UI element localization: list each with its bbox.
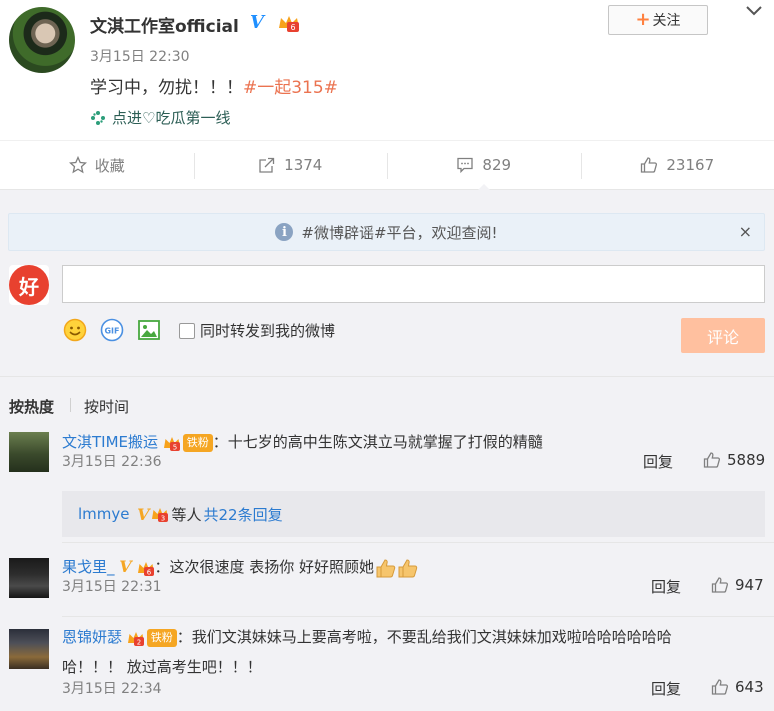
notice-link[interactable]: #微博辟谣#平台，欢迎查阅!	[301, 222, 497, 243]
repost-button[interactable]: 1374	[193, 141, 388, 189]
comment-button[interactable]: 829	[387, 141, 581, 190]
thumbs-up-emoji-icon	[376, 558, 396, 577]
comment-user[interactable]: 文淇TIME搬运	[62, 433, 158, 451]
source-link[interactable]: 点进♡吃瓜第一线	[90, 107, 230, 128]
svg-text:2: 2	[137, 638, 141, 646]
comment-time: 3月15日 22:31	[62, 579, 162, 595]
comment-text-line2: 哈！！！ 放过高考生吧！！！	[62, 658, 262, 676]
vip-crown-icon: 6	[279, 16, 299, 32]
chevron-down-icon[interactable]	[745, 4, 763, 18]
follow-label: 关注	[652, 13, 681, 29]
svg-text:6: 6	[146, 568, 151, 576]
favorite-button[interactable]: 收藏	[0, 141, 194, 189]
reply-button[interactable]: 回复	[651, 678, 681, 699]
verified-icon: V	[119, 557, 132, 576]
thumbs-up-emoji-icon	[398, 558, 418, 577]
star-icon	[68, 156, 87, 174]
comment-icon	[457, 157, 474, 174]
comment-text: ：这次很速度 表扬你 好好照顾她	[154, 558, 375, 576]
comment-like-count: 643	[735, 678, 764, 696]
image-icon[interactable]	[136, 317, 162, 343]
sort-by-time[interactable]: 按时间	[84, 396, 129, 417]
thumbs-up-icon	[641, 157, 658, 173]
thumbs-up-icon	[711, 679, 729, 695]
fan-badge: 铁粉	[182, 433, 213, 452]
comment-user[interactable]: 恩锦妍瑟	[62, 628, 122, 646]
forward-option[interactable]: 同时转发到我的微博	[179, 320, 335, 341]
rumor-notice: i #微博辟谣#平台，欢迎查阅! ×	[8, 213, 765, 251]
svg-text:6: 6	[290, 23, 295, 32]
sub-reply-box: lmmye V 3 等人 共22条回复	[62, 491, 765, 537]
follow-button[interactable]: + 关注	[608, 5, 708, 35]
comment-count: 829	[482, 156, 512, 174]
sort-by-hot[interactable]: 按热度	[9, 396, 54, 417]
comment-like-count: 947	[735, 576, 764, 594]
vip-crown-icon: 5	[163, 436, 180, 451]
comment-like-button[interactable]: 643	[711, 678, 764, 696]
comment-avatar[interactable]	[9, 432, 49, 472]
gif-label: GIF	[104, 327, 119, 336]
forward-label: 同时转发到我的微博	[200, 322, 336, 340]
more-replies-link[interactable]: 共22条回复	[204, 504, 283, 525]
reply-button[interactable]: 回复	[651, 576, 681, 597]
vip-crown-icon: 6	[137, 561, 154, 576]
close-icon[interactable]: ×	[739, 222, 752, 241]
comment-like-button[interactable]: 5889	[703, 451, 765, 469]
comment-time: 3月15日 22:34	[62, 681, 162, 697]
sub-reply-user[interactable]: lmmye	[78, 505, 130, 523]
comment-avatar[interactable]	[9, 558, 49, 598]
favorite-label: 收藏	[94, 156, 125, 175]
supertopic-icon	[91, 110, 105, 125]
sort-divider	[70, 398, 71, 412]
comment-like-count: 5889	[727, 451, 766, 469]
author-avatar[interactable]	[9, 7, 75, 73]
source-label: 点进♡吃瓜第一线	[112, 109, 231, 127]
post-text-body: 学习中，勿扰！！！	[90, 78, 243, 98]
vip-crown-icon: 2	[127, 631, 144, 646]
my-avatar[interactable]: 好	[9, 265, 49, 305]
comment-body: 恩锦妍瑟 2 铁粉 ：我们文淇妹妹马上要高考啦，不要乱给我们文淇妹妹加戏啦哈哈哈哈哈…	[62, 622, 762, 682]
repost-count: 1374	[284, 156, 323, 174]
comment-divider	[62, 542, 774, 543]
verified-icon: V	[250, 12, 264, 33]
verified-icon: V	[131, 504, 150, 524]
sort-bar: 按热度 按时间	[0, 376, 774, 416]
emoji-icon[interactable]	[62, 317, 88, 343]
post-time[interactable]: 3月15日 22:30	[90, 46, 190, 66]
comments-area: i #微博辟谣#平台，欢迎查阅! × 好 GIF 同时转发到我的微博 评论 按热…	[0, 190, 774, 711]
thumbs-up-icon	[703, 452, 721, 468]
info-icon: i	[275, 223, 294, 241]
comment-user[interactable]: 果戈里_	[62, 558, 115, 576]
post-header: 文淇工作室official V 6 3月15日 22:30 学习中，勿扰！！！#…	[0, 0, 774, 140]
submit-comment-button[interactable]: 评论	[681, 318, 765, 353]
comment-time: 3月15日 22:36	[62, 454, 162, 470]
vip-crown-icon: 3	[152, 508, 169, 523]
post-text: 学习中，勿扰！！！#一起315#	[90, 73, 338, 98]
repost-icon	[259, 157, 275, 173]
comment-divider	[62, 616, 774, 617]
thumbs-up-icon	[711, 577, 729, 593]
composer-tools: GIF	[62, 317, 162, 343]
svg-text:3: 3	[161, 515, 165, 523]
reply-button[interactable]: 回复	[643, 451, 673, 472]
svg-text:5: 5	[173, 443, 177, 451]
comment-like-button[interactable]: 947	[711, 576, 764, 594]
like-button[interactable]: 23167	[580, 141, 774, 189]
sub-reply-text: 等人	[171, 505, 202, 524]
plus-icon: +	[635, 9, 651, 30]
gif-icon[interactable]: GIF	[99, 317, 125, 343]
forward-checkbox[interactable]	[179, 322, 195, 339]
like-count: 23167	[666, 156, 715, 174]
comment-text: ：十七岁的高中生陈文淇立马就掌握了打假的精髓	[212, 433, 543, 451]
comment-input[interactable]	[62, 265, 765, 303]
author-name[interactable]: 文淇工作室official	[90, 12, 239, 37]
action-bar: 收藏 1374 829 23167	[0, 140, 774, 190]
comment-text: ：我们文淇妹妹马上要高考啦，不要乱给我们文淇妹妹加戏啦哈哈哈哈哈哈	[176, 628, 672, 646]
fan-badge: 铁粉	[146, 628, 177, 647]
comment-avatar[interactable]	[9, 629, 49, 669]
hashtag-link[interactable]: #一起315#	[243, 78, 338, 98]
